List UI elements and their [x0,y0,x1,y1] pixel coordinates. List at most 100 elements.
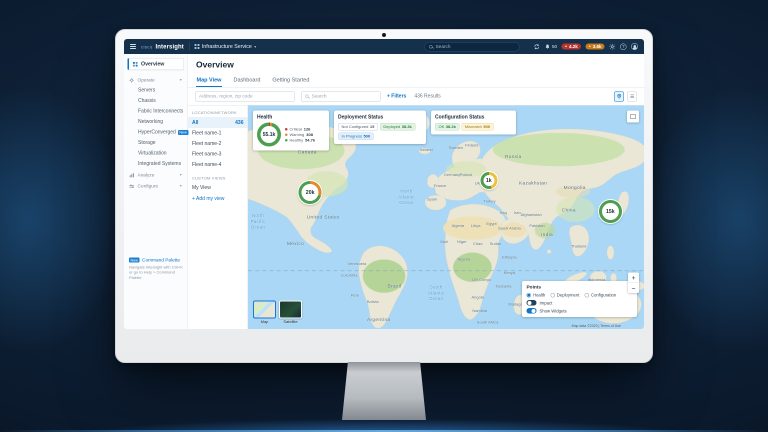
legend-dot [285,133,288,136]
deployment-chips: Not Configured 15 Deployed 38.2k In Prog… [338,123,422,140]
new-badge: New [129,258,140,263]
cluster-marker[interactable]: 1k [480,172,497,189]
points-panel: Points Health Deployment [522,281,637,317]
top-nav: cisco Intersight Infrastructure Service … [124,39,644,54]
points-option[interactable]: Health [527,293,546,298]
sidebar-section-analyze[interactable]: Analyze ▼ [124,169,188,180]
radio-icon [550,293,555,298]
settings-gear-icon[interactable] [609,43,616,50]
tab[interactable]: Getting Started [272,75,310,87]
map-layer-option[interactable]: Map [253,301,276,325]
fleet-item[interactable]: Fleet name-3 [188,149,248,160]
health-legend: Critical 126 Warning 308 [285,126,315,144]
points-title: Points [527,285,633,291]
deployment-card-title: Deployment Status [338,115,422,121]
legend-row: Warning 308 [285,132,315,137]
status-chip: Deployed 38.2k [380,123,415,131]
toggle-row[interactable]: Show Widgets [527,308,633,314]
refresh-icon[interactable] [534,43,541,50]
custom-views-header: CUSTOM VIEWS [188,174,248,183]
global-search-input[interactable]: Search [425,42,520,52]
sidebar-item[interactable]: Integrated Systems [124,159,188,170]
points-option[interactable]: Deployment [550,293,579,298]
command-palette-link[interactable]: Command Palette [142,257,180,263]
nav-icon-cluster: 50 ▲ 4.2k ▲ 3.6k [534,43,638,50]
group-header: LOCATION/NETWORK [188,109,248,118]
fleet-item[interactable]: Fleet name-2 [188,139,248,150]
toggle-row[interactable]: Impact [527,300,633,306]
bell-count: 50 [552,44,557,49]
health-card-title: Health [257,115,325,121]
fleet-panel: LOCATION/NETWORK All 436 Fleet name-1Fle… [188,106,248,330]
sidebar-item-overview[interactable]: Overview [128,58,185,70]
webcam-dot [382,33,386,37]
analyze-icon [129,173,135,179]
fleet-list: Fleet name-1Fleet name-2Fleet name-3Flee… [188,128,248,170]
toggle-switch[interactable] [527,308,537,314]
cisco-logo: cisco [141,45,153,50]
zoom-out-button[interactable]: − [628,283,639,293]
fleet-filter-all[interactable]: All 436 [188,117,248,128]
sidebar-item[interactable]: Chassis [124,96,188,107]
satellite-layer-option[interactable]: Satellite [279,301,302,325]
notifications-bell[interactable]: 50 [545,43,558,50]
sidebar-footer: New Command Palette Navigate Intersight … [129,257,184,281]
sidebar: Overview Operate ▼ Servers [124,54,188,329]
sidebar-item[interactable]: Storage [124,138,188,149]
sidebar-section-operate[interactable]: Operate ▼ [124,74,188,85]
alert-icon: ▲ [565,45,568,48]
map-attribution: Map data ©2023 | Terms of Use [572,325,621,329]
status-chip: OK 38.2k [435,123,459,131]
sidebar-item[interactable]: HyperConverged New [124,127,188,138]
warning-alarms-badge[interactable]: ▲ 3.6k [585,44,604,50]
cluster-marker[interactable]: 20k [299,181,322,204]
user-avatar[interactable] [631,43,638,50]
points-option[interactable]: Configuration [584,293,616,298]
add-view-button[interactable]: + Add my view [188,193,248,205]
help-icon[interactable]: ? [620,43,627,50]
sidebar-item[interactable]: Networking [124,117,188,128]
tab[interactable]: Dashboard [233,75,261,87]
fleet-item[interactable]: Fleet name-1 [188,128,248,139]
sidebar-item[interactable]: Servers [124,85,188,96]
alert-icon: ▲ [588,45,591,48]
health-total: 55.1k [263,132,276,138]
deployment-status-card: Deployment Status Not Configured 15 Depl… [334,111,426,145]
legend-row: Healthy 54.7k [285,138,315,143]
map-toolbar: Address, region, zip code Search + Filte… [188,88,644,106]
custom-view-item[interactable]: My View [188,183,248,194]
operate-items: Servers Chassis Fabric Interconnects Net… [124,85,188,169]
fullscreen-icon [631,114,636,119]
legend-row: Critical 126 [285,127,315,132]
list-view-toggle[interactable] [627,91,637,101]
monitor-screen: cisco Intersight Infrastructure Service … [124,39,644,329]
divider [189,43,190,51]
all-count: 436 [235,120,243,126]
configuration-card-title: Configuration Status [435,115,512,121]
critical-alarms-badge[interactable]: ▲ 4.2k [562,44,581,50]
zoom-in-button[interactable]: + [628,273,639,283]
tab[interactable]: Map View [196,75,222,87]
cluster-marker[interactable]: 15k [599,200,622,223]
service-switcher[interactable]: Infrastructure Service ▾ [194,44,256,50]
address-input[interactable]: Address, region, zip code [195,91,295,101]
map-view-toggle[interactable] [614,91,624,101]
legend-dot [285,139,288,142]
points-options: Health Deployment Configuration [527,293,633,298]
page-title: Overview [196,60,636,70]
search-input[interactable]: Search [301,91,381,101]
status-chip: In Progress 500 [338,133,374,141]
filters-button[interactable]: + Filters [387,94,406,100]
world-map[interactable]: CanadaUnited StatesMexicoVenezuelaColomb… [248,106,644,330]
sidebar-item[interactable]: Virtualization [124,148,188,159]
health-donut: 55.1k [257,123,281,147]
sidebar-section-configure[interactable]: Configure ▼ [124,180,188,191]
sidebar-item[interactable]: Fabric Interconnects [124,106,188,117]
toggle-switch[interactable] [527,300,537,306]
menu-icon[interactable] [130,44,136,49]
fleet-item[interactable]: Fleet name-4 [188,160,248,171]
configure-icon [129,184,135,190]
chevron-down-icon: ▾ [254,44,256,49]
monitor-stand [342,362,426,420]
fullscreen-button[interactable] [627,111,639,123]
